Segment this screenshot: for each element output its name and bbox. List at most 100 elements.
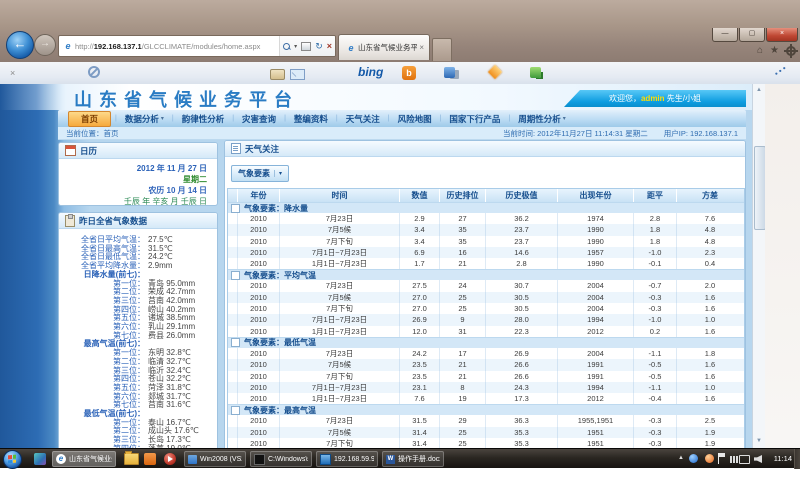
- network-icon[interactable]: [730, 456, 738, 463]
- refresh-icon[interactable]: ↻: [315, 42, 323, 51]
- envelope-icon[interactable]: [290, 69, 305, 80]
- tray-update-icon[interactable]: [689, 454, 698, 463]
- blocked-popup-icon[interactable]: [88, 66, 100, 78]
- toolbar-plugin-icon-3[interactable]: [530, 67, 541, 78]
- group-row-1[interactable]: 气象要素：平均气温: [228, 269, 744, 280]
- taskbar-window-0[interactable]: e山东省气候业务平...: [52, 451, 116, 467]
- taskbar-window-label: 山东省气候业务平...: [69, 454, 112, 464]
- nav-item-3[interactable]: 灾害查询: [234, 113, 284, 125]
- table-cell: 1.9: [677, 427, 743, 438]
- page-scrollbar[interactable]: ▲ ▼: [752, 84, 765, 448]
- search-caret-icon[interactable]: ▾: [294, 43, 297, 50]
- row-lead-cell: [228, 247, 238, 258]
- group-row-2[interactable]: 气象要素：最低气温: [228, 337, 744, 348]
- search-icon[interactable]: [283, 43, 290, 50]
- nav-item-8[interactable]: 周期性分析▾: [510, 113, 574, 125]
- element-filter-button[interactable]: 气象要素 ▾: [231, 165, 289, 182]
- card-icon[interactable]: [270, 69, 285, 80]
- taskbar-clock[interactable]: 11:14: [774, 449, 792, 469]
- table-cell: 7.6: [400, 393, 440, 404]
- table-cell: 7月下旬: [280, 303, 400, 314]
- scroll-up-icon[interactable]: ▲: [753, 84, 765, 97]
- home-icon[interactable]: ⌂: [757, 44, 763, 58]
- clipboard-icon: [65, 215, 75, 227]
- url-text: http://192.168.137.1/GLCCLIMATE/modules/…: [75, 42, 279, 51]
- bing-logo[interactable]: bing: [358, 65, 383, 79]
- toolbar-close-icon[interactable]: ×: [10, 68, 15, 78]
- table-cell: 2004: [558, 303, 634, 314]
- nav-item-6[interactable]: 风险地图: [390, 113, 440, 125]
- compatibility-view-icon[interactable]: [301, 42, 311, 51]
- action-center-flag-icon[interactable]: [718, 453, 726, 464]
- group-label: 气象要素：最低气温: [244, 337, 316, 348]
- table-cell: 30.5: [486, 303, 558, 314]
- display-icon[interactable]: [739, 455, 750, 464]
- hidden-icons-arrow[interactable]: ▲: [678, 455, 684, 461]
- tools-gear-icon[interactable]: [786, 46, 796, 56]
- volume-icon[interactable]: [754, 455, 762, 463]
- maximize-button[interactable]: ▢: [739, 28, 765, 42]
- table-row: 20101月1日~7月23日7.61917.32012-0.41.6: [228, 393, 744, 404]
- tray-antivirus-icon[interactable]: [705, 454, 714, 463]
- table-cell: 1990: [558, 258, 634, 269]
- table-cell: 29: [440, 415, 486, 426]
- table-cell: 1月1日~7月23日: [280, 326, 400, 337]
- table-row: 20107月23日27.52430.72004-0.72.0: [228, 280, 744, 291]
- browser-tab[interactable]: e 山东省气候业务平... ×: [338, 34, 430, 60]
- table-cell: 21: [440, 371, 486, 382]
- toolbar-plugin-icon-2[interactable]: [488, 65, 502, 79]
- table-row: 20107月23日2.92736.219742.87.6: [228, 213, 744, 224]
- table-row: 20107月23日31.52936.31955,1951-0.32.5: [228, 415, 744, 426]
- media-player-icon[interactable]: [164, 453, 176, 465]
- taskbar-window-4[interactable]: W操作手册.docx ...: [382, 451, 444, 467]
- row-lead-cell: [228, 438, 238, 448]
- group-row-3[interactable]: 气象要素：最高气温: [228, 404, 744, 415]
- taskbar-window-2[interactable]: C:\Windows\s...: [250, 451, 312, 467]
- window-close-button[interactable]: ×: [766, 28, 798, 42]
- table-cell: 1.8: [677, 348, 743, 359]
- group-checkbox[interactable]: [231, 204, 240, 213]
- group-checkbox[interactable]: [231, 338, 240, 347]
- table-cell: 21: [440, 258, 486, 269]
- explorer-folder-icon[interactable]: [124, 453, 139, 465]
- forward-button[interactable]: →: [34, 34, 56, 56]
- nav-item-5[interactable]: 天气关注: [338, 113, 388, 125]
- bing-box-icon[interactable]: b: [402, 66, 416, 80]
- minimize-button[interactable]: —: [712, 28, 738, 42]
- group-checkbox[interactable]: [231, 406, 240, 415]
- nav-item-7[interactable]: 国家下行产品: [441, 113, 508, 125]
- scroll-down-icon[interactable]: ▼: [753, 435, 765, 448]
- nav-item-1[interactable]: 数据分析▾: [117, 113, 172, 125]
- taskbar-window-1[interactable]: Win2008 (VS2...: [184, 451, 246, 467]
- pinned-app-icon[interactable]: [34, 453, 46, 465]
- toolbar-plugin-icon-1[interactable]: [444, 67, 455, 78]
- table-cell: 28.0: [486, 314, 558, 325]
- new-tab-button[interactable]: [432, 38, 452, 61]
- show-desktop-button[interactable]: [794, 449, 800, 469]
- taskbar-window-3[interactable]: 192.168.59.99...: [316, 451, 378, 467]
- start-button[interactable]: [3, 450, 22, 469]
- table-cell: 7月23日: [280, 280, 400, 291]
- address-bar[interactable]: e http://192.168.137.1/GLCCLIMATE/module…: [58, 35, 336, 57]
- nav-item-4[interactable]: 整编资料: [286, 113, 336, 125]
- back-button[interactable]: ←: [6, 31, 34, 59]
- table-cell: 1994: [558, 382, 634, 393]
- group-checkbox[interactable]: [231, 271, 240, 280]
- tab-close-icon[interactable]: ×: [417, 43, 426, 52]
- username: admin: [641, 94, 665, 103]
- table-cell: 7月5候: [280, 292, 400, 303]
- stop-icon[interactable]: ×: [327, 41, 332, 51]
- element-filter-label: 气象要素: [238, 168, 270, 179]
- nav-item-2[interactable]: 韵律性分析: [174, 113, 233, 125]
- table-row: 20107月1日~7月23日6.91614.61957-1.02.3: [228, 247, 744, 258]
- group-row-0[interactable]: 气象要素：降水量: [228, 202, 744, 213]
- nav-item-0[interactable]: 首页: [68, 111, 111, 127]
- table-cell: 1951: [558, 438, 634, 448]
- toolbar-overflow-icon[interactable]: •••: [772, 63, 789, 79]
- pinned-orange-app-icon[interactable]: [144, 453, 156, 465]
- favorites-star-icon[interactable]: ★: [770, 44, 779, 58]
- table-cell: 7月23日: [280, 213, 400, 224]
- table-row: 20107月5候31.42535.31951-0.31.9: [228, 427, 744, 438]
- table-cell: 35: [440, 236, 486, 247]
- filter-caret-icon: ▾: [274, 170, 282, 177]
